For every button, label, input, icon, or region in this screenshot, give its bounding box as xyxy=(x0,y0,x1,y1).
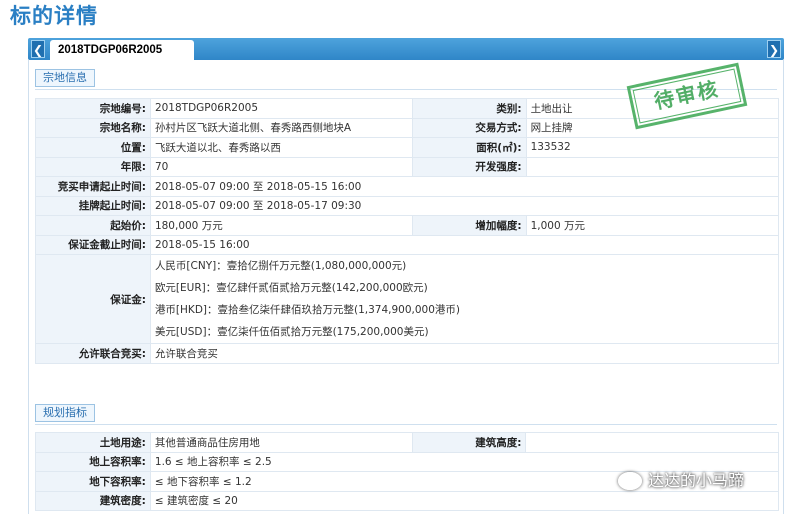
watermark: 达达的小马蹄 xyxy=(618,468,794,494)
table-row: 允许联合竞买: 允许联合竞买 xyxy=(35,343,780,364)
deposit-usd: 美元[USD]：壹亿柒仟伍佰贰拾万元整(175,200,000美元) xyxy=(154,326,429,338)
land-use-label: 土地用途: xyxy=(35,432,151,453)
starting-price-label: 起始价: xyxy=(35,215,151,236)
deposit-deadline-label: 保证金截止时间: xyxy=(35,234,151,255)
section-divider xyxy=(35,424,777,425)
area-label: 面积(㎡): xyxy=(411,137,527,158)
bid-application-period-value: 2018-05-07 09:00 至 2018-05-15 16:00 xyxy=(149,176,780,197)
bid-application-period-label: 竞买申请起止时间: xyxy=(35,176,151,197)
tab-bar: ❮ 2018TDGP06R2005 ❯ xyxy=(28,38,784,60)
parcel-code-value: 2018TDGP06R2005 xyxy=(149,98,413,119)
tab-land-parcel[interactable]: 2018TDGP06R2005 xyxy=(50,40,194,60)
section-label-parcel-info: 宗地信息 xyxy=(35,69,95,87)
parcel-code-label: 宗地编号: xyxy=(35,98,151,119)
increment-value: 1,000 万元 xyxy=(525,215,780,236)
location-label: 位置: xyxy=(35,137,151,158)
wechat-icon xyxy=(618,472,642,490)
term-value: 70 xyxy=(149,156,413,177)
increment-label: 增加幅度: xyxy=(411,215,527,236)
joint-bid-value: 允许联合竞买 xyxy=(149,343,780,364)
deposit-values: 人民币[CNY]：壹拾亿捌仟万元整(1,080,000,000元) 欧元[EUR… xyxy=(149,254,780,344)
term-label: 年限: xyxy=(35,156,151,177)
parcel-name-label: 宗地名称: xyxy=(35,117,151,138)
table-row: 保证金截止时间: 2018-05-15 16:00 xyxy=(35,234,780,255)
table-row: 土地用途: 其他普通商品住房用地 建筑高度: xyxy=(35,432,779,453)
development-intensity-value xyxy=(525,156,780,177)
table-row: 挂牌起止时间: 2018-05-07 09:00 至 2018-05-17 09… xyxy=(35,195,780,216)
building-height-label: 建筑高度: xyxy=(411,432,527,453)
listing-period-label: 挂牌起止时间: xyxy=(35,195,151,216)
land-use-value: 其他普通商品住房用地 xyxy=(149,432,413,453)
underground-far-label: 地下容积率: xyxy=(35,471,151,492)
table-row: 起始价: 180,000 万元 增加幅度: 1,000 万元 xyxy=(35,215,780,236)
development-intensity-label: 开发强度: xyxy=(411,156,527,177)
deposit-eur: 欧元[EUR]：壹亿肆仟贰佰贰拾万元整(142,200,000欧元) xyxy=(154,282,428,294)
table-row: 保证金: 人民币[CNY]：壹拾亿捌仟万元整(1,080,000,000元) 欧… xyxy=(35,254,780,344)
section-label-planning: 规划指标 xyxy=(35,404,95,422)
trade-method-label: 交易方式: xyxy=(411,117,527,138)
chevron-right-icon[interactable]: ❯ xyxy=(767,40,781,58)
chevron-left-icon[interactable]: ❮ xyxy=(31,40,45,58)
category-label: 类别: xyxy=(411,98,527,119)
deposit-deadline-value: 2018-05-15 16:00 xyxy=(149,234,780,255)
deposit-cny: 人民币[CNY]：壹拾亿捌仟万元整(1,080,000,000元) xyxy=(154,260,407,272)
table-row: 位置: 飞跃大道以北、春秀路以西 面积(㎡): 133532 xyxy=(35,137,780,158)
joint-bid-label: 允许联合竞买: xyxy=(35,343,151,364)
deposit-hkd: 港币[HKD]：壹拾叁亿柒仟肆佰玖拾万元整(1,374,900,000港币) xyxy=(154,304,461,316)
page-title: 标的详情 xyxy=(10,4,98,28)
above-ground-far-label: 地上容积率: xyxy=(35,451,151,472)
building-height-value xyxy=(525,432,779,453)
table-row: 年限: 70 开发强度: xyxy=(35,156,780,177)
parcel-info-table: 宗地编号: 2018TDGP06R2005 类别: 土地出让 宗地名称: 孙村片… xyxy=(35,98,780,364)
watermark-text: 达达的小马蹄 xyxy=(648,471,745,490)
area-value: 133532 xyxy=(525,137,780,158)
building-density-label: 建筑密度: xyxy=(35,490,151,511)
table-row: 竞买申请起止时间: 2018-05-07 09:00 至 2018-05-15 … xyxy=(35,176,780,197)
parcel-name-value: 孙村片区飞跃大道北侧、春秀路西侧地块A xyxy=(149,117,413,138)
detail-panel: 宗地信息 宗地编号: 2018TDGP06R2005 类别: 土地出让 宗地名称… xyxy=(28,60,784,514)
starting-price-value: 180,000 万元 xyxy=(149,215,413,236)
listing-period-value: 2018-05-07 09:00 至 2018-05-17 09:30 xyxy=(149,195,780,216)
location-value: 飞跃大道以北、春秀路以西 xyxy=(149,137,413,158)
deposit-label: 保证金: xyxy=(35,254,151,344)
